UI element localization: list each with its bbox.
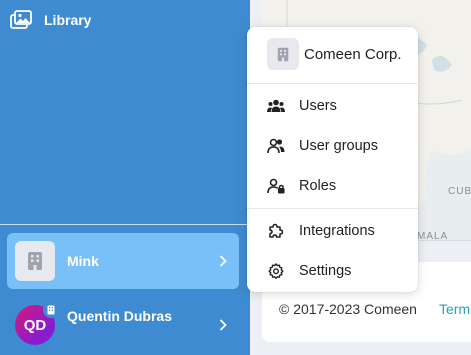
library-icon bbox=[10, 9, 32, 31]
menu-organization-header: Comeen Corp. bbox=[267, 38, 402, 70]
puzzle-icon bbox=[267, 222, 285, 240]
building-icon bbox=[267, 38, 299, 70]
menu-organization-name: Comeen Corp. bbox=[304, 45, 402, 63]
menu-item-label: Settings bbox=[299, 263, 352, 279]
avatar: QD bbox=[15, 302, 59, 345]
gear-icon bbox=[267, 262, 285, 280]
menu-item-integrations[interactable]: Integrations bbox=[267, 219, 375, 243]
user-name: Quentin Dubras bbox=[67, 308, 173, 324]
menu-item-label: Integrations bbox=[299, 223, 375, 239]
menu-item-label: Users bbox=[299, 98, 337, 114]
building-badge-icon bbox=[43, 302, 59, 318]
menu-divider bbox=[247, 208, 418, 209]
menu-item-label: User groups bbox=[299, 138, 378, 154]
sidebar: Library Mink QD Quentin Dubras bbox=[0, 0, 250, 355]
user-profile[interactable]: QD Quentin Dubras bbox=[15, 302, 239, 348]
chevron-right-icon bbox=[219, 318, 231, 332]
users-icon bbox=[267, 97, 285, 115]
menu-item-users[interactable]: Users bbox=[267, 94, 337, 118]
menu-item-roles[interactable]: Roles bbox=[267, 174, 336, 198]
roles-icon bbox=[267, 177, 285, 195]
sidebar-item-label: Library bbox=[44, 12, 92, 28]
sidebar-divider bbox=[0, 224, 250, 225]
menu-divider bbox=[247, 83, 418, 84]
menu-item-settings[interactable]: Settings bbox=[267, 259, 351, 283]
sidebar-item-library[interactable]: Library bbox=[10, 8, 91, 32]
organization-switcher[interactable]: Mink bbox=[7, 233, 239, 289]
user-groups-icon bbox=[267, 137, 285, 155]
menu-item-user-groups[interactable]: User groups bbox=[267, 134, 378, 158]
chevron-right-icon bbox=[219, 254, 231, 268]
map-label: CUB bbox=[448, 186, 471, 197]
organization-name: Mink bbox=[67, 253, 99, 269]
organization-menu: Comeen Corp. Users User groups Roles Int… bbox=[247, 27, 418, 292]
terms-link[interactable]: Term bbox=[439, 301, 470, 317]
avatar-initials: QD bbox=[23, 316, 47, 334]
copyright-text: © 2017-2023 Comeen bbox=[279, 301, 417, 317]
map-label: MALA bbox=[417, 231, 448, 240]
menu-item-label: Roles bbox=[299, 178, 337, 194]
building-icon bbox=[15, 241, 55, 281]
